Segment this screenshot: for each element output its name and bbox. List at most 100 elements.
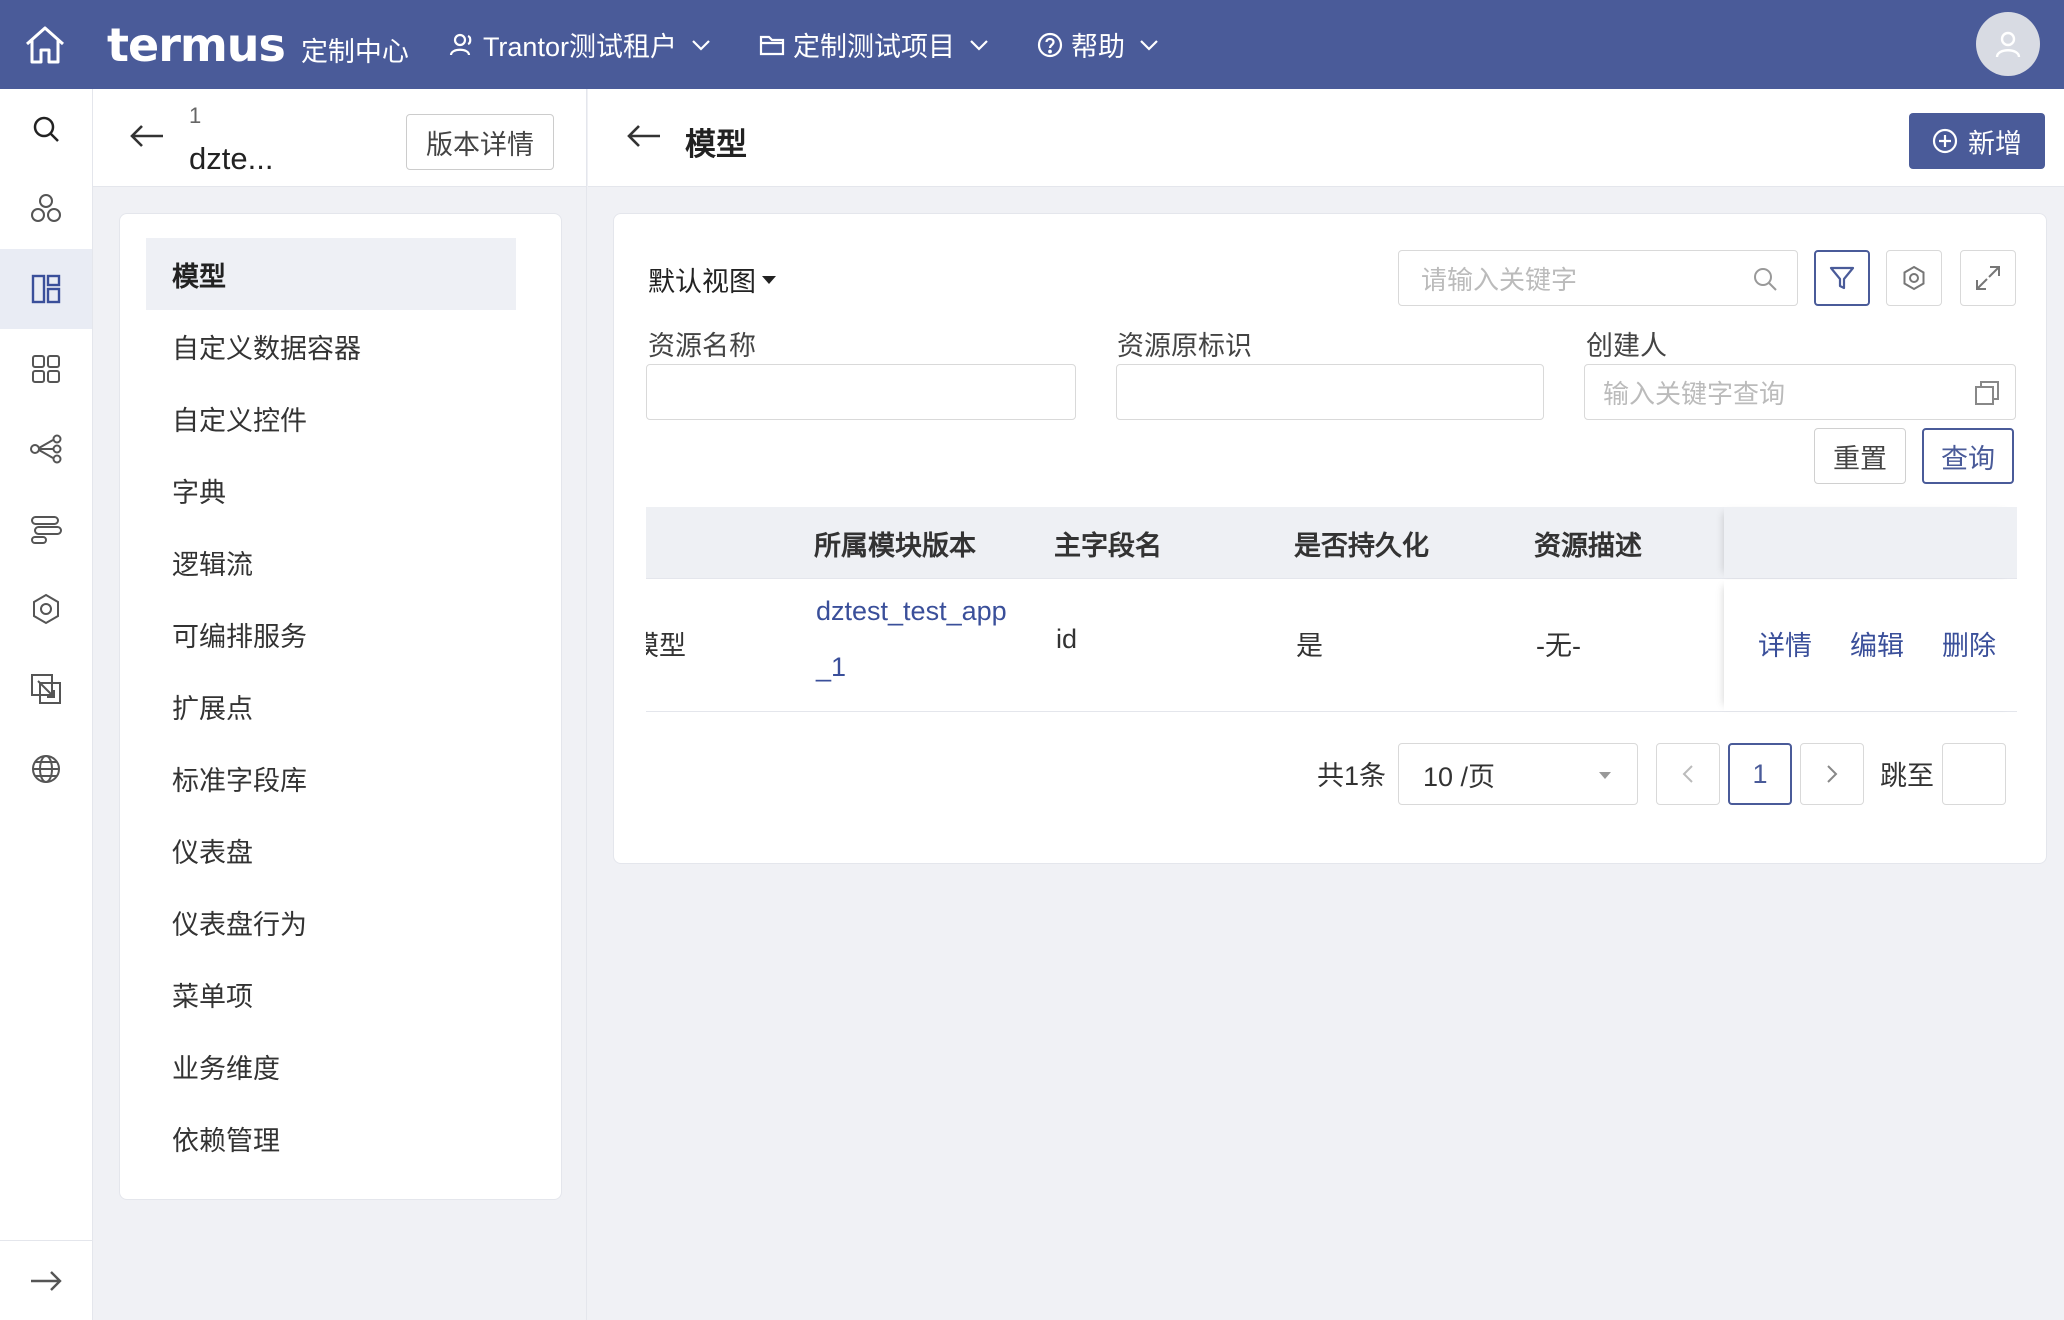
back-arrow-icon[interactable]: [129, 123, 165, 149]
main-header: 模型 新增: [588, 89, 2064, 187]
main-field-cell: id: [1056, 624, 1078, 654]
rail-routes[interactable]: [0, 489, 92, 569]
logo-subtitle: 定制中心: [300, 36, 409, 67]
help-menu[interactable]: 帮助: [1037, 25, 1159, 64]
resource-name-input[interactable]: [646, 364, 1076, 420]
version-header: 1 dzte... 版本详情: [93, 89, 586, 187]
fullscreen-button[interactable]: [1960, 250, 2016, 306]
resource-name-label: 资源名称: [648, 331, 756, 361]
page-title: 模型: [685, 127, 747, 162]
tenant-selector[interactable]: Trantor测试租户: [449, 25, 711, 64]
gear-hex-icon: [29, 592, 63, 626]
model-list-card: 默认视图 请输入关键字 资源名称 资源原标识 创建人 输入关键字查询 重置 查询: [613, 213, 2047, 864]
chevron-right-icon: [1826, 764, 1838, 784]
add-button[interactable]: 新增: [1909, 113, 2045, 169]
top-bar: termus 定制中心 Trantor测试租户 定制测试项目 帮助: [0, 0, 2064, 89]
search-input[interactable]: 请输入关键字: [1398, 250, 1798, 306]
help-label: 帮助: [1070, 32, 1125, 62]
version-name: dzte...: [189, 141, 274, 176]
menu-item[interactable]: 仪表盘行为: [146, 886, 516, 958]
query-button[interactable]: 查询: [1922, 428, 2014, 484]
user-icon: [449, 32, 475, 58]
menu-item[interactable]: 自定义控件: [146, 382, 516, 454]
dashboard-icon: [30, 273, 62, 305]
share-nodes-icon: [29, 434, 63, 464]
creator-placeholder: 输入关键字查询: [1603, 378, 1786, 409]
jump-page-input[interactable]: [1942, 743, 2006, 805]
filter-icon: [1828, 264, 1856, 292]
chevron-down-icon: [691, 39, 711, 51]
next-page-button[interactable]: [1800, 743, 1864, 805]
resource-menu: 模型 自定义数据容器 自定义控件 字典 逻辑流 可编排服务 扩展点 标准字段库 仪表盘 仪表盘行为…: [119, 213, 562, 1200]
rail-global[interactable]: [0, 729, 92, 809]
search-icon: [1751, 265, 1779, 293]
view-selector[interactable]: 默认视图: [648, 260, 776, 299]
page-button-current[interactable]: 1: [1728, 743, 1792, 805]
page-size-value: 10 /页: [1423, 761, 1496, 792]
rail-flow[interactable]: [0, 409, 92, 489]
resource-id-label: 资源原标识: [1117, 331, 1252, 361]
edit-link[interactable]: 编辑: [1850, 624, 1904, 663]
arrow-right-icon: [29, 1270, 63, 1292]
actions-cell: 详情 编辑 删除: [1724, 580, 2017, 711]
expand-icon: [1974, 264, 2002, 292]
page-size-select[interactable]: 10 /页: [1398, 743, 1638, 805]
reset-button[interactable]: 重置: [1814, 428, 1906, 484]
rail-expand-button[interactable]: [0, 1240, 92, 1320]
description-cell: -无-: [1536, 631, 1581, 661]
chevron-down-icon: [1139, 39, 1159, 51]
globe-icon: [30, 753, 62, 785]
menu-item[interactable]: 标准字段库: [146, 742, 516, 814]
back-arrow-icon[interactable]: [626, 123, 662, 149]
copy-icon: [1973, 379, 2001, 407]
rail-transfer[interactable]: [0, 649, 92, 729]
menu-item[interactable]: 自定义数据容器: [146, 310, 516, 382]
menu-item[interactable]: 扩展点: [146, 670, 516, 742]
settings-button[interactable]: [1886, 250, 1942, 306]
avatar[interactable]: [1976, 12, 2040, 76]
question-circle-icon: [1037, 32, 1063, 58]
menu-item[interactable]: 逻辑流: [146, 526, 516, 598]
actions-column-header: [1724, 507, 2017, 578]
version-number: 1: [189, 103, 202, 128]
creator-label: 创建人: [1586, 331, 1667, 361]
app-logo[interactable]: termus 定制中心: [107, 18, 409, 72]
caret-down-icon: [1599, 772, 1611, 779]
resource-id-input[interactable]: [1116, 364, 1544, 420]
prev-page-button[interactable]: [1656, 743, 1720, 805]
rail-settings[interactable]: [0, 569, 92, 649]
route-icon: [29, 513, 63, 545]
rail-components[interactable]: [0, 169, 92, 249]
module-version-link[interactable]: dztest_test_app: [816, 596, 1007, 627]
column-header: 主字段名: [1054, 530, 1162, 561]
icon-rail: [0, 89, 93, 1320]
module-version-link-cont[interactable]: _1: [816, 652, 846, 683]
rail-search[interactable]: [0, 89, 92, 169]
menu-item[interactable]: 字典: [146, 454, 516, 526]
version-detail-button[interactable]: 版本详情: [406, 114, 554, 170]
folder-icon: [759, 33, 785, 57]
menu-item[interactable]: 模型: [146, 238, 516, 310]
chevron-left-icon: [1682, 764, 1694, 784]
caret-down-icon: [762, 275, 776, 284]
detail-link[interactable]: 详情: [1758, 624, 1812, 663]
home-button[interactable]: [0, 0, 89, 89]
grid-icon: [30, 353, 62, 385]
table-header: 所属模块版本 主字段名 是否持久化 资源描述: [646, 507, 2017, 579]
plus-circle-icon: [1932, 128, 1958, 154]
column-header: 所属模块版本: [814, 530, 976, 561]
project-selector[interactable]: 定制测试项目: [759, 25, 989, 64]
menu-item[interactable]: 依赖管理: [146, 1102, 516, 1174]
menu-item[interactable]: 业务维度: [146, 1030, 516, 1102]
filter-button[interactable]: [1814, 250, 1870, 306]
rail-dashboard[interactable]: [0, 249, 92, 329]
delete-link[interactable]: 删除: [1942, 624, 1996, 663]
creator-input[interactable]: 输入关键字查询: [1584, 364, 2016, 420]
table-row: 模型 dztest_test_app _1 id 是 -无- 详情 编辑 删除: [646, 580, 2017, 712]
column-header: 是否持久化: [1294, 530, 1429, 561]
menu-item[interactable]: 菜单项: [146, 958, 516, 1030]
rail-apps[interactable]: [0, 329, 92, 409]
tenant-label: Trantor测试租户: [482, 32, 677, 62]
menu-item[interactable]: 仪表盘: [146, 814, 516, 886]
menu-item[interactable]: 可编排服务: [146, 598, 516, 670]
